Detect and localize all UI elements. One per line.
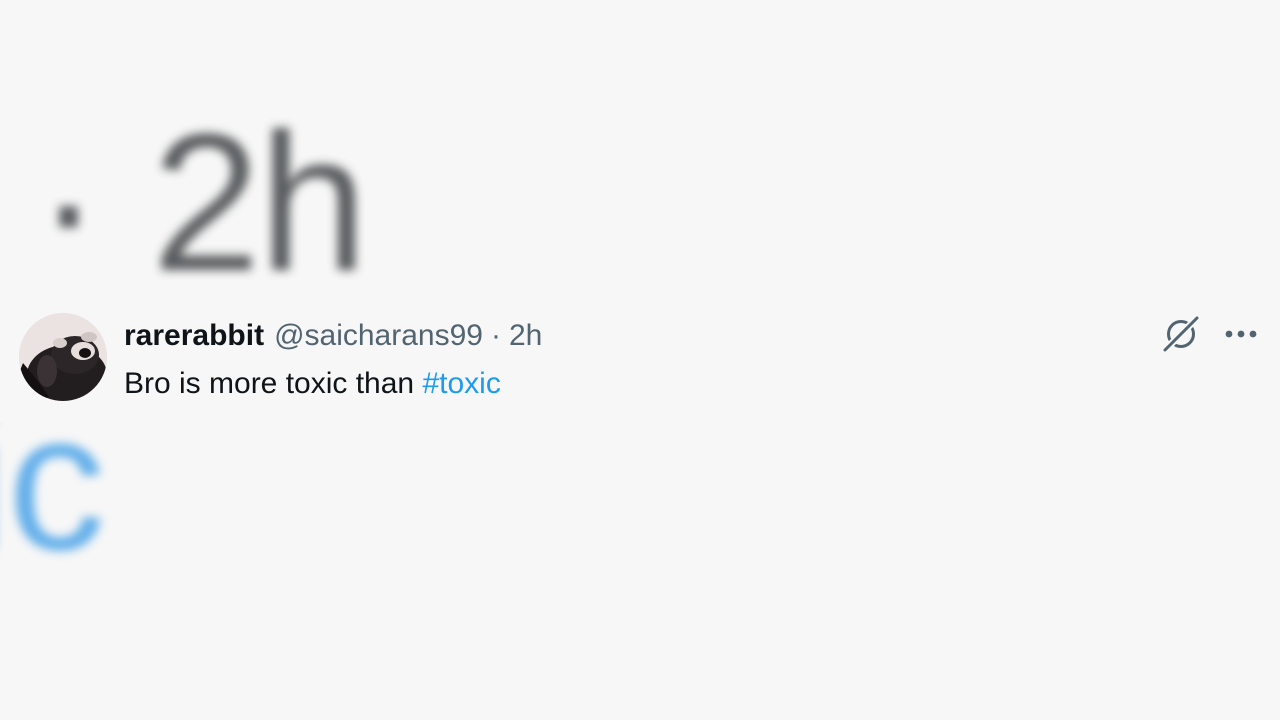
tweet-item[interactable]: rarerabbit @saicharans99 · 2h Bro is mor… <box>0 300 1280 422</box>
user-handle[interactable]: @saicharans99 <box>274 318 483 354</box>
zoomed-hashtag: ic <box>0 422 106 591</box>
screenshot-canvas: · 2h ic rarerabbit @saicharans99 · <box>0 0 1280 720</box>
grok-icon[interactable] <box>1160 313 1202 355</box>
tweet-text: Bro is more toxic than #toxic <box>124 366 542 402</box>
tweet-body: rarerabbit @saicharans99 · 2h Bro is mor… <box>124 318 542 402</box>
header-separator: · <box>490 319 501 352</box>
zoomed-background-top: · 2h <box>0 0 1280 301</box>
zoomed-background-bottom: ic <box>0 422 1280 720</box>
user-display-name[interactable]: rarerabbit <box>124 318 264 354</box>
raccoon-avatar-icon <box>19 313 107 401</box>
zoomed-timestamp: · 2h <box>36 93 368 301</box>
tweet-text-body: Bro is more toxic than <box>124 367 423 400</box>
more-options-icon[interactable] <box>1220 313 1262 355</box>
tweet-timestamp[interactable]: 2h <box>509 318 542 354</box>
hashtag-link[interactable]: #toxic <box>422 367 500 400</box>
tweet-header: rarerabbit @saicharans99 · 2h <box>124 318 542 354</box>
avatar[interactable] <box>19 313 107 401</box>
